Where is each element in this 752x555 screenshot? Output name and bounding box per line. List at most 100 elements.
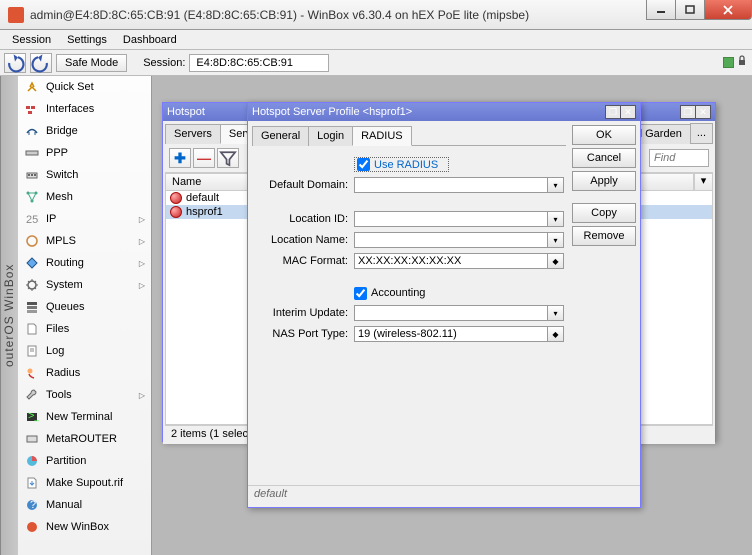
status-indicator — [723, 57, 734, 68]
close-button[interactable] — [704, 0, 752, 20]
sidebar-item-supout[interactable]: Make Supout.rif — [18, 472, 151, 494]
sidebar-item-label: System — [46, 279, 83, 291]
redo-button[interactable] — [30, 53, 52, 73]
accounting-checkbox[interactable] — [354, 287, 367, 300]
profile-restore-button[interactable]: ❐ — [605, 105, 621, 119]
system-icon — [24, 277, 40, 293]
ok-button[interactable]: OK — [572, 125, 636, 145]
sidebar-item-queues[interactable]: Queues — [18, 296, 151, 318]
svg-text:255: 255 — [26, 214, 39, 226]
sidebar-item-newwinbox[interactable]: New WinBox — [18, 516, 151, 538]
copy-button[interactable]: Copy — [572, 203, 636, 223]
sidebar-item-quickset[interactable]: Quick Set — [18, 76, 151, 98]
sidebar-item-mpls[interactable]: MPLS▷ — [18, 230, 151, 252]
submenu-arrow-icon: ▷ — [139, 237, 145, 246]
use-radius-checkbox[interactable] — [357, 158, 370, 171]
sidebar-item-partition[interactable]: Partition — [18, 450, 151, 472]
hotspot-title: Hotspot — [167, 106, 205, 118]
mac-format-dropdown[interactable]: ◆ — [548, 253, 564, 269]
nas-port-input[interactable] — [354, 326, 548, 342]
sidebar-item-system[interactable]: System ▷ — [18, 274, 151, 296]
add-button[interactable]: ✚ — [169, 148, 191, 168]
sidebar-item-label: Files — [46, 323, 69, 335]
profile-tab-login[interactable]: Login — [308, 126, 353, 146]
column-menu-button[interactable]: ▾ — [694, 174, 712, 190]
sidebar-item-log[interactable]: Log — [18, 340, 151, 362]
minimize-button[interactable] — [646, 0, 676, 20]
interim-update-label: Interim Update: — [254, 307, 354, 319]
mpls-icon — [24, 233, 40, 249]
default-domain-label: Default Domain: — [254, 179, 354, 191]
sidebar-item-routing[interactable]: Routing▷ — [18, 252, 151, 274]
hotspot-restore-button[interactable]: ❐ — [680, 105, 696, 119]
terminal-icon: >_ — [24, 409, 40, 425]
sidebar-item-label: Log — [46, 345, 64, 357]
profile-tab-general[interactable]: General — [252, 126, 309, 146]
sidebar-item-switch[interactable]: Switch — [18, 164, 151, 186]
profile-dialog: Hotspot Server Profile <hsprof1> ❐ ✕ Gen… — [247, 102, 641, 508]
location-id-dropdown[interactable]: ▾ — [548, 211, 564, 227]
session-value[interactable]: E4:8D:8C:65:CB:91 — [189, 54, 329, 72]
tools-icon — [24, 387, 40, 403]
mac-format-input[interactable] — [354, 253, 548, 269]
sidebar-item-ppp[interactable]: PPP — [18, 142, 151, 164]
routing-icon — [24, 255, 40, 271]
interim-update-dropdown[interactable]: ▾ — [548, 305, 564, 321]
sidebar-item-label: Interfaces — [46, 103, 94, 115]
toolbar: Safe Mode Session: E4:8D:8C:65:CB:91 — [0, 50, 752, 76]
profile-close-button[interactable]: ✕ — [620, 105, 636, 119]
use-radius-label: Use RADIUS — [374, 159, 438, 171]
cancel-button[interactable]: Cancel — [572, 148, 636, 168]
use-radius-checkbox-wrap: Use RADIUS — [354, 157, 449, 172]
profile-tabs: GeneralLoginRADIUS — [252, 125, 566, 146]
sidebar-item-manual[interactable]: ?Manual — [18, 494, 151, 516]
sidebar-item-label: PPP — [46, 147, 68, 159]
maximize-button[interactable] — [675, 0, 705, 20]
undo-button[interactable] — [4, 53, 26, 73]
sidebar-item-files[interactable]: Files — [18, 318, 151, 340]
mac-format-label: MAC Format: — [254, 255, 354, 267]
hotspot-tab-servers[interactable]: Servers — [165, 124, 221, 144]
submenu-arrow-icon: ▷ — [139, 391, 145, 400]
lock-icon — [736, 55, 748, 70]
sidebar-item-terminal[interactable]: >_ New Terminal — [18, 406, 151, 428]
accounting-label: Accounting — [371, 287, 425, 300]
sidebar-item-metarouter[interactable]: MetaROUTER — [18, 428, 151, 450]
menu-settings[interactable]: Settings — [59, 32, 115, 48]
default-domain-input[interactable] — [354, 177, 548, 193]
quickset-icon — [24, 79, 40, 95]
remove-button[interactable]: Remove — [572, 226, 636, 246]
sidebar-item-bridge[interactable]: Bridge — [18, 120, 151, 142]
location-name-label: Location Name: — [254, 234, 354, 246]
profile-title: Hotspot Server Profile <hsprof1> — [252, 106, 412, 118]
nas-port-dropdown[interactable]: ◆ — [548, 326, 564, 342]
profile-tab-radius[interactable]: RADIUS — [352, 126, 412, 146]
safe-mode-button[interactable]: Safe Mode — [56, 54, 127, 72]
queues-icon — [24, 299, 40, 315]
partition-icon — [24, 453, 40, 469]
interim-update-input[interactable] — [354, 305, 548, 321]
sidebar-item-interfaces[interactable]: Interfaces — [18, 98, 151, 120]
location-name-dropdown[interactable]: ▾ — [548, 232, 564, 248]
location-id-input[interactable] — [354, 211, 548, 227]
sidebar: Quick SetInterfacesBridgePPPSwitchMesh25… — [18, 76, 152, 555]
hotspot-close-button[interactable]: ✕ — [695, 105, 711, 119]
sidebar-item-label: New Terminal — [46, 411, 112, 423]
menu-dashboard[interactable]: Dashboard — [115, 32, 185, 48]
hotspot-tabs-more-button[interactable]: ... — [690, 123, 713, 143]
find-input[interactable] — [649, 149, 709, 167]
sidebar-item-ip[interactable]: 255IP▷ — [18, 208, 151, 230]
profile-titlebar[interactable]: Hotspot Server Profile <hsprof1> ❐ ✕ — [248, 103, 640, 121]
remove-button[interactable]: — — [193, 148, 215, 168]
default-domain-dropdown[interactable]: ▾ — [548, 177, 564, 193]
sidebar-item-mesh[interactable]: Mesh — [18, 186, 151, 208]
mesh-icon — [24, 189, 40, 205]
location-name-input[interactable] — [354, 232, 548, 248]
menu-session[interactable]: Session — [4, 32, 59, 48]
apply-button[interactable]: Apply — [572, 171, 636, 191]
sidebar-item-radius[interactable]: Radius — [18, 362, 151, 384]
filter-button[interactable] — [217, 148, 239, 168]
sidebar-item-tools[interactable]: Tools▷ — [18, 384, 151, 406]
sidebar-handle[interactable]: outerOS WinBox — [0, 76, 18, 555]
submenu-arrow-icon: ▷ — [139, 281, 145, 290]
